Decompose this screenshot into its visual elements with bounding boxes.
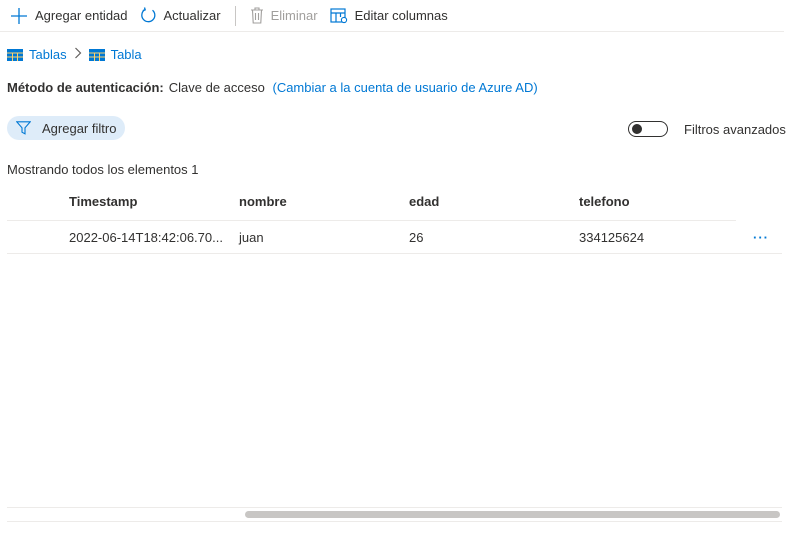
delete-button[interactable]: Eliminar [244, 0, 324, 31]
column-header-edad[interactable]: edad [409, 182, 439, 220]
refresh-label: Actualizar [163, 8, 221, 23]
plus-icon [11, 7, 27, 24]
cell-timestamp: 2022-06-14T18:42:06.70... [69, 229, 223, 245]
column-header-nombre[interactable]: nombre [239, 182, 287, 220]
delete-label: Eliminar [270, 8, 318, 23]
entities-grid: Timestamp nombre edad telefono 2022-06-1… [7, 182, 782, 254]
column-header-timestamp[interactable]: Timestamp [69, 182, 229, 220]
add-filter-label: Agregar filtro [42, 120, 117, 136]
advanced-filters-toggle[interactable] [628, 121, 668, 137]
scrollbar-thumb[interactable] [245, 511, 780, 518]
add-entity-button[interactable]: Agregar entidad [0, 0, 134, 31]
refresh-button[interactable]: Actualizar [134, 0, 227, 31]
horizontal-scrollbar[interactable] [7, 507, 782, 522]
cell-edad: 26 [409, 229, 424, 245]
filter-icon [16, 121, 31, 135]
auth-method: Método de autenticación: Clave de acceso … [7, 80, 538, 95]
breadcrumb-table-label: Tabla [110, 47, 142, 62]
command-bar: Agregar entidad Actualizar Eliminar Edit… [0, 0, 784, 32]
table-row[interactable]: 2022-06-14T18:42:06.70... juan 26 334125… [7, 221, 782, 254]
item-count-text: Mostrando todos los elementos 1 [7, 162, 199, 177]
add-entity-label: Agregar entidad [35, 8, 128, 23]
toggle-knob [632, 124, 642, 134]
trash-icon [250, 7, 263, 24]
auth-method-label: Método de autenticación: [7, 80, 164, 95]
breadcrumb-tables-label: Tablas [29, 47, 67, 62]
cell-nombre: juan [239, 229, 264, 245]
switch-auth-link[interactable]: (Cambiar a la cuenta de usuario de Azure… [272, 80, 537, 95]
edit-columns-label: Editar columnas [354, 8, 448, 23]
table-icon [88, 48, 105, 61]
edit-columns-button[interactable]: Editar columnas [324, 0, 454, 31]
chevron-right-icon [74, 47, 82, 62]
advanced-filters: Filtros avanzados [628, 121, 786, 137]
column-header-telefono[interactable]: telefono [579, 182, 630, 220]
grid-header: Timestamp nombre edad telefono [7, 182, 736, 221]
cell-telefono: 334125624 [579, 229, 645, 245]
row-more-actions-button[interactable]: ··· [753, 221, 769, 253]
toolbar-divider [234, 5, 236, 26]
advanced-filters-label: Filtros avanzados [684, 121, 786, 137]
auth-method-value: Clave de acceso [168, 80, 265, 95]
breadcrumb: Tablas Tabla [7, 47, 142, 62]
table-icon [7, 48, 23, 61]
breadcrumb-table[interactable]: Tabla [88, 47, 142, 62]
add-filter-button[interactable]: Agregar filtro [7, 116, 126, 140]
refresh-icon [140, 7, 155, 23]
breadcrumb-tables[interactable]: Tablas [7, 47, 67, 62]
edit-columns-icon [329, 7, 347, 23]
